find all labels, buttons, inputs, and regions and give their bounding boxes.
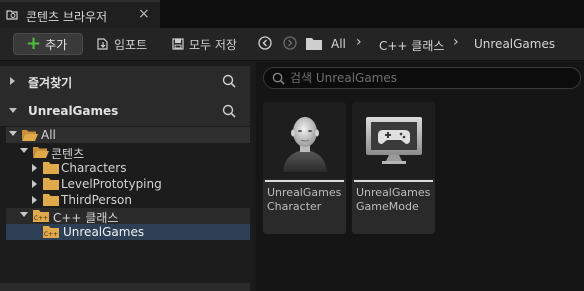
- tree-item-cpp-classes[interactable]: C++ C++ 클래스: [6, 208, 250, 225]
- search-icon: [272, 72, 285, 85]
- folder-open-icon: [33, 147, 49, 158]
- breadcrumb-cpp-classes[interactable]: C++ 클래스: [379, 37, 444, 54]
- save-all-button[interactable]: 모두 저장: [171, 33, 245, 55]
- asset-thumbnail: [352, 102, 435, 179]
- breadcrumb-separator-icon[interactable]: ›: [453, 34, 459, 50]
- expand-arrow-icon[interactable]: [9, 131, 17, 136]
- save-icon: [172, 38, 184, 50]
- import-button-label: 임포트: [114, 37, 148, 52]
- asset-tile-gamemode[interactable]: UnrealGames GameMode: [352, 102, 435, 234]
- expand-arrow-icon[interactable]: [9, 108, 17, 113]
- folder-open-icon: [22, 130, 38, 141]
- folder-icon: [43, 194, 59, 206]
- collapse-arrow-icon[interactable]: [32, 164, 37, 172]
- tree-item-all[interactable]: All: [6, 127, 250, 143]
- plus-icon: +: [26, 33, 42, 54]
- asset-name-line2: Character: [267, 200, 322, 213]
- cpp-folder-icon: C++: [43, 226, 59, 238]
- save-all-button-label: 모두 저장: [189, 37, 237, 52]
- breadcrumb-separator-icon[interactable]: ›: [356, 34, 362, 50]
- tree-item-label: LevelPrototyping: [61, 177, 162, 191]
- project-header[interactable]: UnrealGames: [0, 96, 250, 126]
- tree-item-characters[interactable]: Characters: [6, 160, 250, 176]
- tree-item-levelprototyping[interactable]: LevelPrototyping: [6, 176, 250, 192]
- tree-item-label: UnrealGames: [63, 225, 145, 239]
- tree-item-label: Characters: [61, 161, 127, 175]
- tree-item-label: All: [41, 128, 56, 142]
- folder-tree: All 콘텐츠 Characters LevelPrototyping Thir…: [6, 126, 250, 246]
- collections-header[interactable]: [0, 283, 250, 291]
- collapse-arrow-icon[interactable]: [32, 180, 37, 188]
- folder-icon: [43, 162, 59, 174]
- gamemode-icon: [366, 117, 422, 164]
- sources-panel: 즐겨찾기 UnrealGames All 콘텐츠 Characters Leve…: [0, 62, 253, 291]
- import-button[interactable]: 임포트: [96, 33, 160, 55]
- collapse-arrow-icon[interactable]: [32, 196, 37, 204]
- tree-item-thirdperson[interactable]: ThirdPerson: [6, 192, 250, 208]
- asset-tile-character[interactable]: UnrealGames Character: [263, 102, 346, 234]
- search-input[interactable]: [290, 70, 570, 86]
- project-title: UnrealGames: [28, 104, 119, 118]
- expand-arrow-icon[interactable]: [20, 148, 28, 153]
- cpp-folder-icon: C++: [33, 210, 49, 222]
- asset-type-bar: [265, 180, 344, 182]
- forward-arrow-icon[interactable]: [283, 36, 297, 50]
- toolbar: + 추가 임포트 모두 저장 All › C++ 클래스 › UnrealGam…: [0, 28, 584, 61]
- import-icon: [97, 38, 108, 50]
- character-icon: [283, 117, 327, 172]
- search-icon[interactable]: [222, 74, 236, 88]
- breadcrumb-all[interactable]: All: [331, 37, 346, 51]
- search-icon[interactable]: [222, 104, 236, 118]
- close-tab-icon[interactable]: ×: [138, 6, 150, 22]
- asset-name-line1: UnrealGames: [267, 186, 342, 199]
- folder-icon[interactable]: [306, 37, 322, 50]
- back-arrow-icon[interactable]: [258, 36, 272, 50]
- tab-title: 콘텐츠 브라우저: [26, 10, 108, 24]
- asset-type-bar: [354, 180, 433, 182]
- asset-name-line2: GameMode: [356, 200, 419, 213]
- tree-item-unrealgames[interactable]: C++ UnrealGames: [6, 224, 250, 240]
- tree-item-content[interactable]: 콘텐츠: [6, 144, 250, 161]
- svg-text:C++: C++: [34, 215, 48, 222]
- favorites-header[interactable]: 즐겨찾기: [0, 66, 250, 96]
- content-browser-tab[interactable]: 콘텐츠 브라우저 ×: [0, 0, 160, 28]
- collapse-arrow-icon[interactable]: [10, 77, 15, 85]
- breadcrumb-unrealgames[interactable]: UnrealGames: [474, 37, 555, 51]
- asset-view: UnrealGames Character: [256, 62, 584, 291]
- expand-arrow-icon[interactable]: [20, 212, 28, 217]
- asset-name-line1: UnrealGames: [356, 186, 431, 199]
- add-button[interactable]: + 추가: [13, 33, 83, 55]
- search-box[interactable]: [263, 67, 581, 89]
- svg-text:C++: C++: [44, 231, 58, 238]
- add-button-label: 추가: [45, 37, 68, 52]
- tab-strip: 콘텐츠 브라우저 ×: [0, 0, 584, 28]
- content-browser-icon: [6, 10, 18, 20]
- folder-icon: [43, 178, 59, 190]
- tree-item-label: ThirdPerson: [61, 193, 132, 207]
- favorites-title: 즐겨찾기: [28, 76, 73, 90]
- asset-thumbnail: [263, 102, 346, 179]
